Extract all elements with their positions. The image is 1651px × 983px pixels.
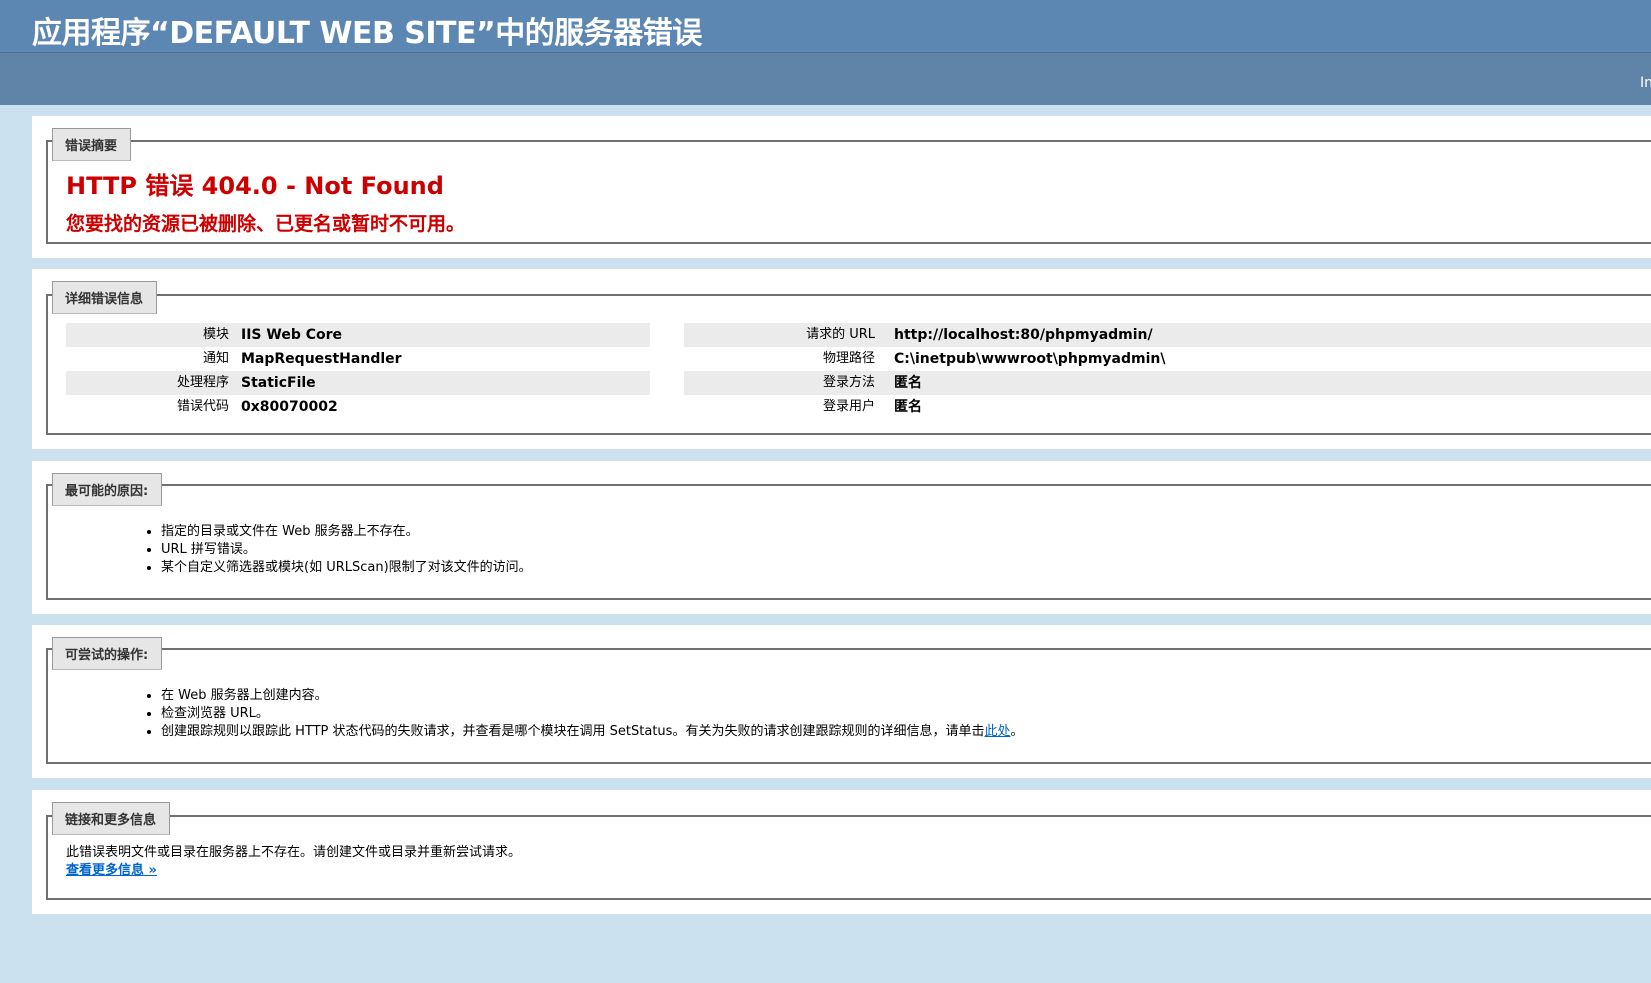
more-info-link[interactable]: 查看更多信息 » xyxy=(66,859,157,878)
details-left-table: 模块 IIS Web Core 通知 MapRequestHandler 处理程… xyxy=(66,323,650,419)
list-item: 检查浏览器 URL。 xyxy=(161,705,1023,723)
table-row: 模块 IIS Web Core xyxy=(66,323,650,347)
detailed-error-panel: 详细错误信息 模块 IIS Web Core 通知 MapRequestHand… xyxy=(32,269,1651,449)
table-row: 通知 MapRequestHandler xyxy=(66,347,650,371)
detail-value: C:\inetpub\wwwroot\phpmyadmin\ xyxy=(894,351,1166,367)
detail-key: 通知 xyxy=(202,351,229,366)
table-row: 登录方法 匿名 xyxy=(684,371,1651,395)
likely-causes-legend: 最可能的原因: xyxy=(52,473,163,506)
list-item: 在 Web 服务器上创建内容。 xyxy=(161,687,1023,705)
actions-list: 在 Web 服务器上创建内容。 检查浏览器 URL。 创建跟踪规则以跟踪此 HT… xyxy=(143,687,1023,741)
detail-key: 登录方法 xyxy=(822,375,875,390)
error-message: 您要找的资源已被删除、已更名或暂时不可用。 xyxy=(66,213,466,235)
table-row: 登录用户 匿名 xyxy=(684,395,1651,419)
header-bar: 应用程序“DEFAULT WEB SITE”中的服务器错误 xyxy=(0,0,1651,52)
page-title: 应用程序“DEFAULT WEB SITE”中的服务器错误 xyxy=(32,16,702,51)
table-row: 错误代码 0x80070002 xyxy=(66,395,650,419)
causes-list: 指定的目录或文件在 Web 服务器上不存在。 URL 拼写错误。 某个自定义筛选… xyxy=(143,523,532,577)
sub-header-bar: In xyxy=(0,52,1651,105)
detail-value: http://localhost:80/phpmyadmin/ xyxy=(894,327,1153,343)
detail-value: 匿名 xyxy=(894,399,922,415)
links-panel: 链接和更多信息 此错误表明文件或目录在服务器上不存在。请创建文件或目录并重新尝试… xyxy=(32,790,1651,914)
detail-key: 物理路径 xyxy=(822,351,875,366)
detail-key: 请求的 URL xyxy=(806,327,875,342)
list-item: URL 拼写错误。 xyxy=(161,541,532,559)
details-right-table: 请求的 URL http://localhost:80/phpmyadmin/ … xyxy=(684,323,1651,419)
detailed-error-legend: 详细错误信息 xyxy=(52,281,158,314)
list-item: 某个自定义筛选器或模块(如 URLScan)限制了对该文件的访问。 xyxy=(161,559,532,577)
trace-end: 。 xyxy=(1010,724,1024,739)
table-row: 处理程序 StaticFile xyxy=(66,371,650,395)
detail-value: IIS Web Core xyxy=(241,327,343,343)
detail-key: 处理程序 xyxy=(176,375,229,390)
detail-value: 匿名 xyxy=(894,375,922,391)
table-row: 请求的 URL http://localhost:80/phpmyadmin/ xyxy=(684,323,1651,347)
sub-header-edge-text: In xyxy=(1640,75,1651,91)
detail-value: MapRequestHandler xyxy=(241,351,402,367)
error-summary-panel: 错误摘要 HTTP 错误 404.0 - Not Found 您要找的资源已被删… xyxy=(32,116,1651,258)
table-row: 物理路径 C:\inetpub\wwwroot\phpmyadmin\ xyxy=(684,347,1651,371)
things-to-try-panel: 可尝试的操作: 在 Web 服务器上创建内容。 检查浏览器 URL。 创建跟踪规… xyxy=(32,625,1651,778)
trace-text: 创建跟踪规则以跟踪此 HTTP 状态代码的失败请求，并查看是哪个模块在调用 Se… xyxy=(161,724,985,739)
detail-key: 错误代码 xyxy=(176,399,229,414)
error-title: HTTP 错误 404.0 - Not Found xyxy=(66,172,444,200)
things-to-try-legend: 可尝试的操作: xyxy=(52,637,163,670)
list-item: 指定的目录或文件在 Web 服务器上不存在。 xyxy=(161,523,532,541)
detail-value: StaticFile xyxy=(241,375,316,391)
trace-rule-link[interactable]: 此处 xyxy=(984,724,1010,739)
list-item: 创建跟踪规则以跟踪此 HTTP 状态代码的失败请求，并查看是哪个模块在调用 Se… xyxy=(161,723,1023,741)
detail-value: 0x80070002 xyxy=(241,399,338,415)
error-summary-legend: 错误摘要 xyxy=(52,128,132,161)
detail-key: 登录用户 xyxy=(822,399,875,414)
links-legend: 链接和更多信息 xyxy=(52,802,171,835)
detail-key: 模块 xyxy=(202,327,229,342)
likely-causes-panel: 最可能的原因: 指定的目录或文件在 Web 服务器上不存在。 URL 拼写错误。… xyxy=(32,461,1651,614)
links-description: 此错误表明文件或目录在服务器上不存在。请创建文件或目录并重新尝试请求。 xyxy=(66,845,522,860)
